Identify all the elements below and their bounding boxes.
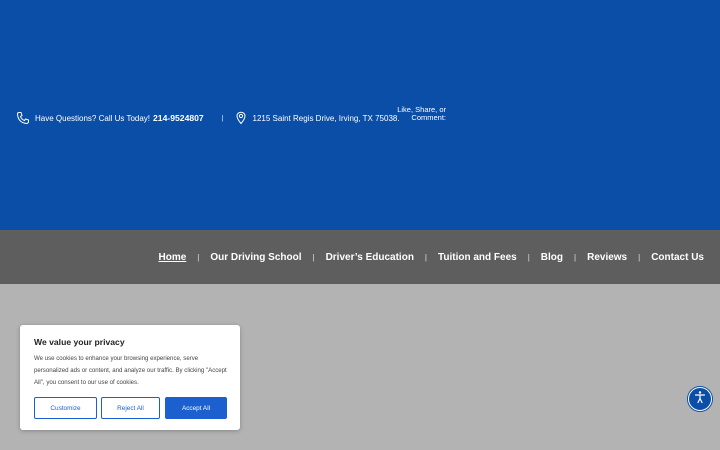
contact-bar: Have Questions? Call Us Today! 214-95248… [16,106,446,128]
location-pin-icon [234,111,248,125]
accessibility-icon [693,390,707,409]
nav-divider: | [312,252,315,262]
main-navigation: Home | Our Driving School | Driver’s Edu… [0,230,720,284]
nav-menu: Home | Our Driving School | Driver’s Edu… [158,230,704,284]
nav-divider: | [197,252,200,262]
nav-divider: | [527,252,530,262]
divider: | [221,114,224,122]
phone-contact[interactable]: Have Questions? Call Us Today! 214-95248… [16,111,204,125]
nav-divider: | [574,252,577,262]
social-prompt: Like, Share, or Comment: [382,106,446,122]
reject-all-button[interactable]: Reject All [101,397,160,419]
customize-button[interactable]: Customize [34,397,97,419]
phone-label: Have Questions? Call Us Today! [35,113,151,123]
nav-divider: | [638,252,641,262]
cookie-consent-banner: We value your privacy We use cookies to … [20,325,240,430]
accessibility-button[interactable] [688,387,712,411]
nav-item-drivers-education[interactable]: Driver’s Education [326,252,414,263]
nav-item-contact-us[interactable]: Contact Us [651,252,704,263]
accept-all-button[interactable]: Accept All [165,397,227,419]
nav-item-tuition-and-fees[interactable]: Tuition and Fees [438,252,517,263]
nav-divider: | [424,252,427,262]
phone-icon [16,111,30,125]
nav-item-our-driving-school[interactable]: Our Driving School [210,252,301,263]
nav-item-home[interactable]: Home [158,252,186,263]
nav-item-reviews[interactable]: Reviews [587,252,627,263]
top-header: Have Questions? Call Us Today! 214-95248… [0,0,720,230]
social-prompt-line: Comment: [411,113,446,122]
phone-number-link[interactable]: 214-9524807 [153,113,204,123]
address-link[interactable]: 1215 Saint Regis Drive, Irving, TX 75038… [253,114,400,123]
nav-item-blog[interactable]: Blog [541,252,563,263]
cookie-banner-title: We value your privacy [34,337,125,347]
cookie-banner-text: We use cookies to enhance your browsing … [34,355,227,386]
